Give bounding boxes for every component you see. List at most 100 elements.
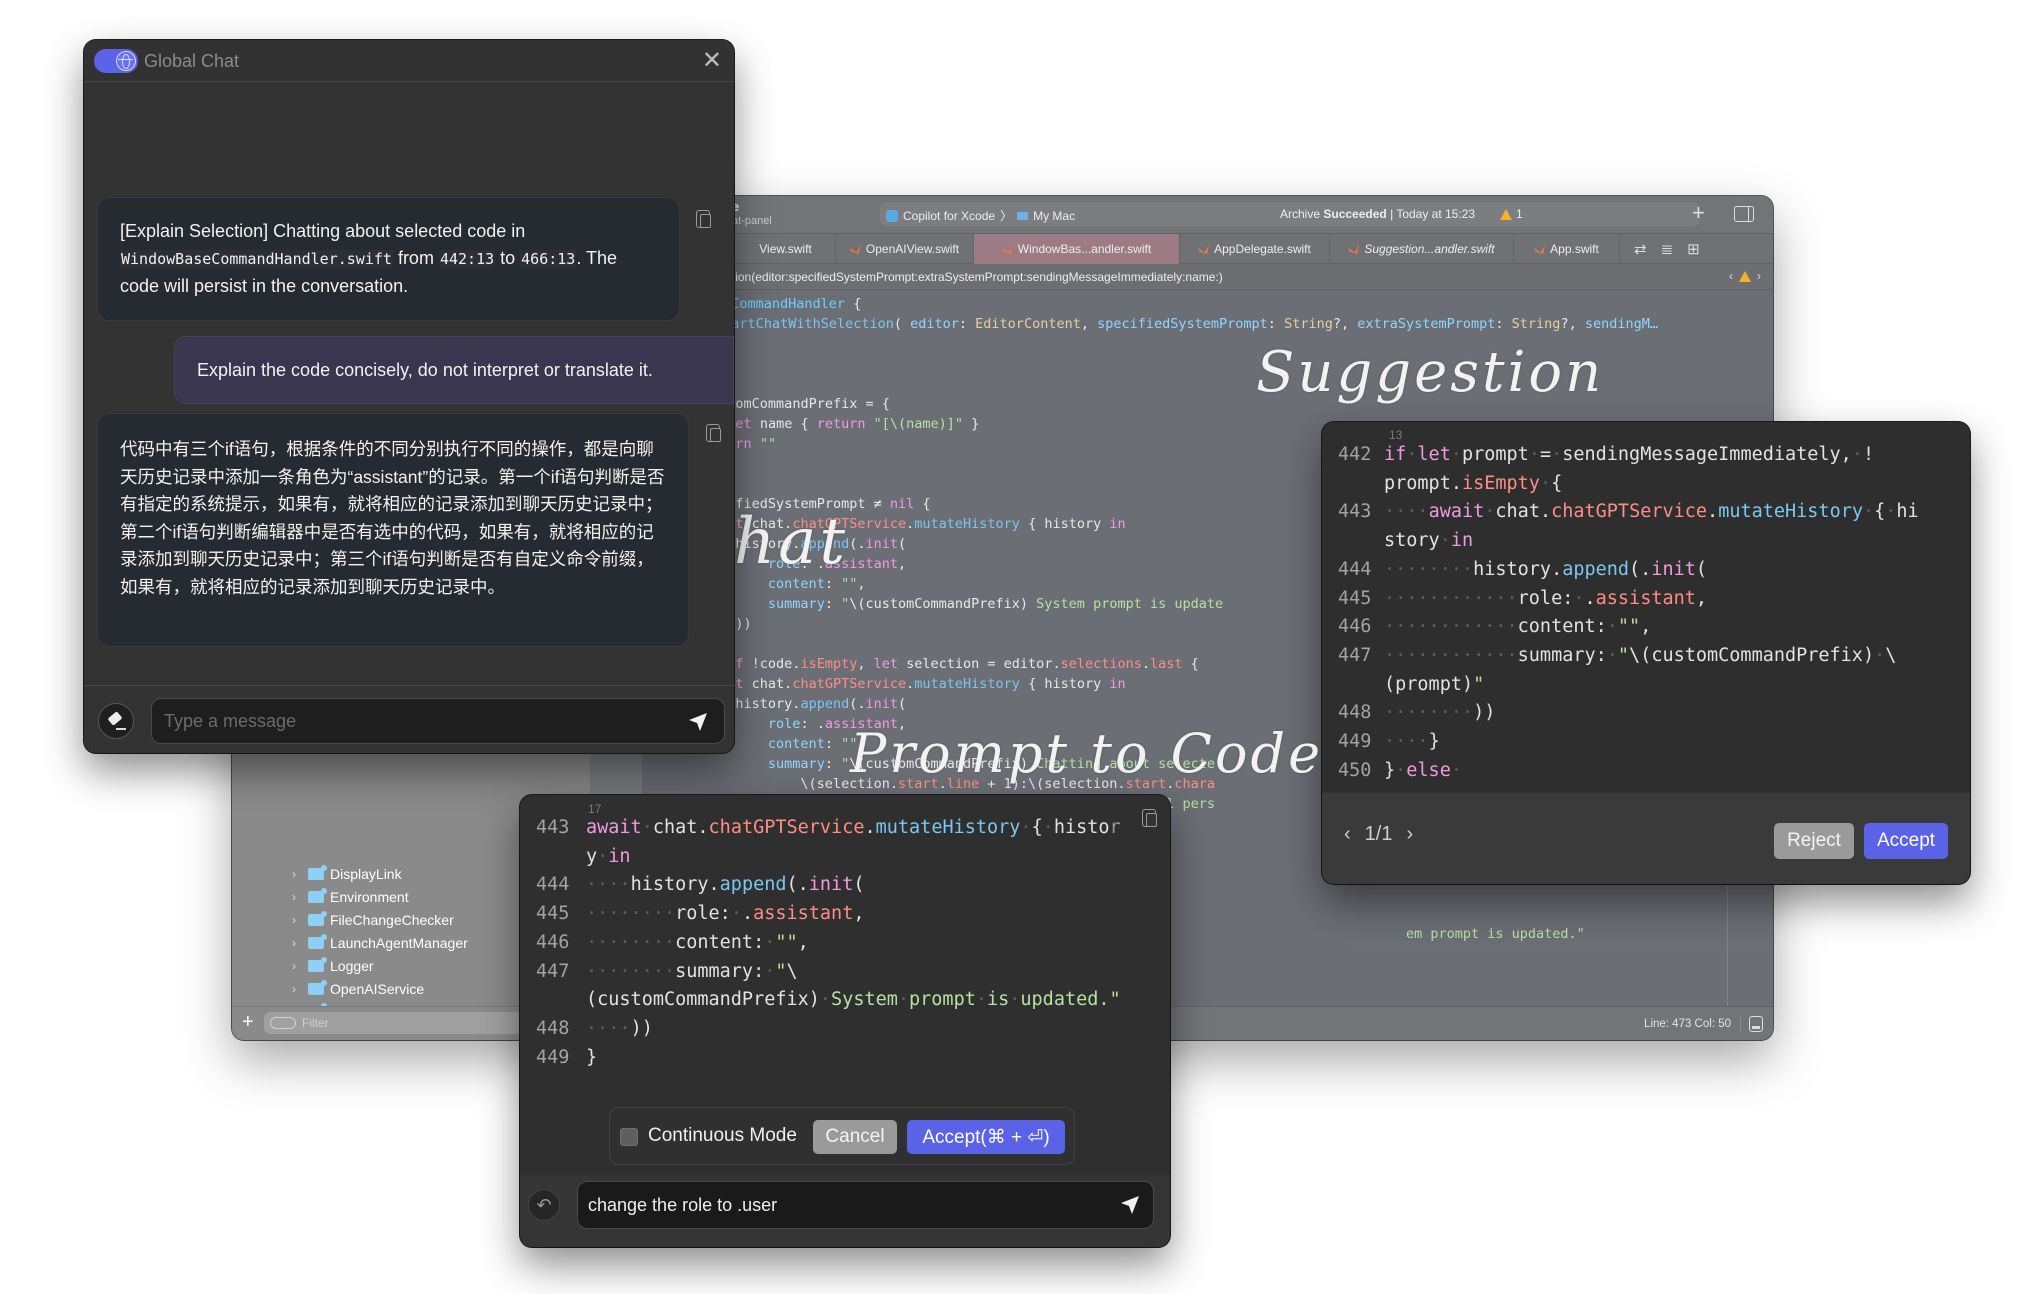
warning-indicator[interactable]: 1 <box>1500 207 1523 221</box>
line-number: 443 <box>536 817 570 838</box>
message-text-segment: from <box>392 248 439 268</box>
send-icon[interactable] <box>1120 1195 1140 1215</box>
next-issue-icon[interactable]: › <box>1757 269 1761 283</box>
line-number: 446 <box>1338 616 1372 638</box>
code-line: ····)) <box>586 1017 653 1039</box>
code-line: ········)) <box>1384 702 1496 724</box>
editor-tab[interactable]: App.swift <box>1514 234 1620 264</box>
code-line: ············role:·.assistant, <box>1384 587 1708 609</box>
chat-message-input[interactable] <box>151 698 725 744</box>
chevron-right-icon[interactable]: › <box>292 936 302 950</box>
global-chat-window: Global Chat ✕ [Explain Selection] Chatti… <box>84 40 734 753</box>
chat-message-user: Explain the code concisely, do not inter… <box>174 336 734 404</box>
chevron-right-icon[interactable]: › <box>292 890 302 904</box>
code-line: } <box>586 1046 598 1068</box>
revert-icon[interactable]: ↶ <box>528 1189 560 1221</box>
previous-issue-icon[interactable]: ‹ <box>1729 269 1733 283</box>
line-number: 449 <box>1338 731 1372 752</box>
add-editor-icon[interactable]: ⊞ <box>1687 240 1700 258</box>
close-icon[interactable]: ✕ <box>702 46 722 75</box>
global-chat-toggle[interactable] <box>94 49 138 73</box>
mac-icon <box>1017 211 1029 220</box>
code-line: ········content:·"", <box>586 931 809 953</box>
code-line: ····} <box>1384 731 1440 752</box>
navigator-item[interactable]: › FileChangeChecker <box>292 908 454 931</box>
folder-icon <box>308 979 327 995</box>
line-number: 445 <box>536 903 570 925</box>
swift-file-icon <box>1001 244 1013 254</box>
next-suggestion-icon[interactable]: › <box>1406 823 1413 846</box>
editor-tab[interactable]: OpenAIView.swift <box>836 234 974 264</box>
message-text-segment: [Explain Selection] Chatting about selec… <box>120 221 526 241</box>
navigator-item[interactable]: › Logger <box>292 954 374 977</box>
folder-icon <box>308 887 327 903</box>
clear-chat-eraser-icon[interactable] <box>98 703 134 739</box>
accept-button[interactable]: Accept <box>1864 823 1948 859</box>
code-line: te func startChatWithSelection( editor: … <box>650 316 1658 332</box>
copy-icon[interactable] <box>696 210 711 228</box>
chat-input-area <box>84 685 734 753</box>
inline-code: 466:13 <box>520 250 577 268</box>
editor-tab[interactable]: View.swift <box>736 234 836 264</box>
code-line: prompt.isEmpty·{ <box>1384 472 1563 494</box>
chevron-right-icon[interactable]: › <box>292 913 302 927</box>
add-file-icon[interactable]: + <box>242 1011 254 1034</box>
debug-area-toggle-icon[interactable] <box>1749 1016 1763 1032</box>
navigator-item[interactable]: › OpenAIService <box>292 977 424 1000</box>
add-icon[interactable]: + <box>1692 200 1705 226</box>
navigator-item[interactable]: › Environment <box>292 885 409 908</box>
copy-icon[interactable] <box>1142 809 1157 827</box>
code-line: ········history.append(.init( <box>1384 558 1708 580</box>
navigator-item[interactable]: › LaunchAgentManager <box>292 931 468 954</box>
chat-message-bot: 代码中有三个if语句，根据条件的不同分别执行不同的操作，都是向聊天历史记录中添加… <box>97 413 689 647</box>
inspector-toggle-icon[interactable] <box>1734 206 1754 222</box>
editor-options-icon[interactable]: ≣ <box>1661 240 1674 258</box>
chevron-right-icon[interactable]: › <box>292 982 302 996</box>
code-line: ····history.append(.init( <box>586 874 865 896</box>
send-icon[interactable] <box>688 712 708 732</box>
build-status-prefix: Archive <box>1280 207 1321 221</box>
code-line: ········role:·.assistant, <box>586 903 865 925</box>
chat-title: Global Chat <box>144 51 240 71</box>
editor-tab[interactable]: WindowBas...andler.swift <box>974 234 1180 264</box>
editor-tab[interactable]: Suggestion...andler.swift <box>1330 234 1514 264</box>
reject-button[interactable]: Reject <box>1774 823 1854 859</box>
filter-options-icon[interactable] <box>270 1017 296 1029</box>
column-hint: 13 <box>1389 428 1403 442</box>
copy-icon[interactable] <box>706 424 721 442</box>
editor-tab[interactable]: AppDelegate.swift <box>1180 234 1330 264</box>
code-line: ····await·chat.chatGPTService.mutateHist… <box>1384 501 1919 523</box>
cancel-button[interactable]: Cancel <box>813 1120 897 1154</box>
chevron-right-icon[interactable]: › <box>292 867 302 881</box>
navigator-item-label: OpenAIService <box>330 980 425 997</box>
chevron-right-icon[interactable]: › <box>292 959 302 973</box>
scheme-selector[interactable]: Copilot for Xcode 〉 My Mac <box>886 207 1075 224</box>
previous-suggestion-icon[interactable]: ‹ <box>1344 823 1351 846</box>
line-number: 448 <box>536 1017 570 1039</box>
code-line: ············content:·"", <box>1384 616 1652 638</box>
folder-icon <box>308 933 327 949</box>
prompt-to-code-actions: Continuous Mode Cancel Accept(⌘ + ⏎) <box>609 1107 1075 1165</box>
suggestion-pager: ‹ 1/1 › <box>1344 823 1413 846</box>
prompt-input[interactable] <box>577 1181 1154 1229</box>
line-number: 444 <box>536 874 570 896</box>
scheme-target: Copilot for Xcode <box>903 208 996 223</box>
suggestion-page: 1/1 <box>1364 823 1393 845</box>
folder-icon <box>308 956 327 972</box>
warning-count: 1 <box>1516 207 1523 221</box>
annotation-prompt-to-code: Prompt to Code <box>850 722 1324 785</box>
scheme-activity-bar[interactable]: Copilot for Xcode 〉 My Mac Archive Succe… <box>880 202 1700 226</box>
suggestion-footer: ‹ 1/1 › Reject Accept <box>1322 792 1970 884</box>
issue-navigator: ‹ › <box>1723 269 1761 283</box>
navigator-item[interactable]: › DisplayLink <box>292 862 402 885</box>
related-items-icon[interactable]: ⇄ <box>1634 240 1647 258</box>
tab-label: Suggestion...andler.swift <box>1364 242 1495 256</box>
globe-icon <box>116 51 136 71</box>
accept-button[interactable]: Accept(⌘ + ⏎) <box>907 1120 1065 1154</box>
continuous-mode-checkbox[interactable] <box>620 1128 638 1146</box>
line-number: 442 <box>1338 444 1372 465</box>
navigator-item-label: FileChangeChecker <box>330 911 454 928</box>
filter-placeholder: Filter <box>302 1016 329 1030</box>
prompt-input-area: ↶ <box>520 1175 1170 1247</box>
code-line: y·in <box>586 845 631 867</box>
